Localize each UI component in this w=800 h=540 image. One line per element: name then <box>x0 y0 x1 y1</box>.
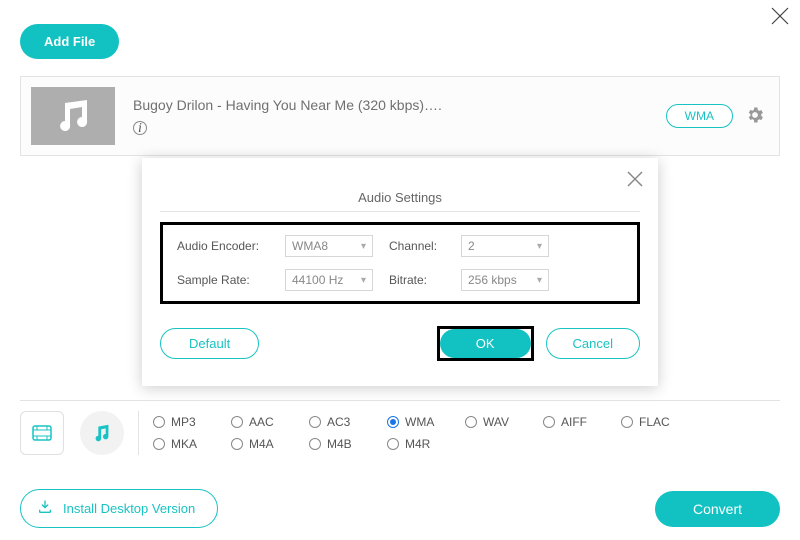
info-icon[interactable]: i <box>133 121 147 135</box>
format-label: M4B <box>327 437 352 451</box>
radio-icon <box>621 416 633 428</box>
track-thumbnail <box>31 87 115 145</box>
radio-icon <box>309 438 321 450</box>
format-label: FLAC <box>639 415 670 429</box>
format-label: AIFF <box>561 415 587 429</box>
footer-bar: Install Desktop Version Convert <box>20 489 780 528</box>
settings-fields-group: Audio Encoder: WMA8▾ Channel: 2▾ Sample … <box>160 222 640 304</box>
ok-button[interactable]: OK <box>440 329 531 358</box>
select-audio-encoder[interactable]: WMA8▾ <box>285 235 373 257</box>
radio-icon <box>231 416 243 428</box>
divider <box>160 211 640 212</box>
format-option-flac[interactable]: FLAC <box>621 415 699 429</box>
audio-mode-button[interactable] <box>80 411 124 455</box>
radio-icon <box>153 438 165 450</box>
ok-highlight-box: OK <box>437 326 534 361</box>
separator <box>138 411 139 455</box>
radio-icon <box>309 416 321 428</box>
format-option-wav[interactable]: WAV <box>465 415 543 429</box>
format-option-mp3[interactable]: MP3 <box>153 415 231 429</box>
format-output-button[interactable]: WMA <box>666 104 733 128</box>
label-channel: Channel: <box>389 239 449 253</box>
label-bitrate: Bitrate: <box>389 273 449 287</box>
install-desktop-label: Install Desktop Version <box>63 501 195 516</box>
track-title: Bugoy Drilon - Having You Near Me (320 k… <box>133 97 666 113</box>
format-options: MP3 AAC AC3 WMA WAV AIFF FLAC MKA M4A M4B M4R <box>153 415 699 451</box>
chevron-down-icon: ▾ <box>361 241 366 252</box>
cancel-button[interactable]: Cancel <box>546 328 640 359</box>
radio-icon <box>231 438 243 450</box>
label-audio-encoder: Audio Encoder: <box>177 239 273 253</box>
radio-icon <box>543 416 555 428</box>
dialog-title: Audio Settings <box>160 190 640 205</box>
dialog-close-icon[interactable] <box>626 170 644 191</box>
format-label: WMA <box>405 415 434 429</box>
radio-icon <box>387 438 399 450</box>
format-option-ac3[interactable]: AC3 <box>309 415 387 429</box>
format-label: MKA <box>171 437 197 451</box>
select-bitrate[interactable]: 256 kbps▾ <box>461 269 549 291</box>
select-sample-rate[interactable]: 44100 Hz▾ <box>285 269 373 291</box>
chevron-down-icon: ▾ <box>537 275 542 286</box>
format-label: WAV <box>483 415 509 429</box>
format-option-wma[interactable]: WMA <box>387 415 465 429</box>
format-option-m4b[interactable]: M4B <box>309 437 387 451</box>
default-button[interactable]: Default <box>160 328 259 359</box>
select-channel[interactable]: 2▾ <box>461 235 549 257</box>
gear-icon[interactable] <box>745 105 765 128</box>
chevron-down-icon: ▾ <box>537 241 542 252</box>
audio-settings-dialog: Audio Settings Audio Encoder: WMA8▾ Chan… <box>142 158 658 386</box>
format-label: MP3 <box>171 415 196 429</box>
install-desktop-button[interactable]: Install Desktop Version <box>20 489 218 528</box>
format-option-aac[interactable]: AAC <box>231 415 309 429</box>
add-file-button[interactable]: Add File <box>20 24 119 59</box>
radio-icon <box>465 416 477 428</box>
window-close-icon[interactable] <box>770 6 790 29</box>
convert-button[interactable]: Convert <box>655 491 780 527</box>
download-icon <box>37 499 53 518</box>
chevron-down-icon: ▾ <box>361 275 366 286</box>
format-label: M4R <box>405 437 430 451</box>
radio-icon <box>387 416 399 428</box>
format-option-mka[interactable]: MKA <box>153 437 231 451</box>
radio-icon <box>153 416 165 428</box>
format-bar: MP3 AAC AC3 WMA WAV AIFF FLAC MKA M4A M4B M4R <box>20 400 780 455</box>
format-label: AC3 <box>327 415 350 429</box>
format-option-m4a[interactable]: M4A <box>231 437 309 451</box>
format-label: M4A <box>249 437 274 451</box>
format-label: AAC <box>249 415 274 429</box>
label-sample-rate: Sample Rate: <box>177 273 273 287</box>
format-option-m4r[interactable]: M4R <box>387 437 465 451</box>
video-mode-button[interactable] <box>20 411 64 455</box>
format-option-aiff[interactable]: AIFF <box>543 415 621 429</box>
track-row: Bugoy Drilon - Having You Near Me (320 k… <box>20 76 780 156</box>
